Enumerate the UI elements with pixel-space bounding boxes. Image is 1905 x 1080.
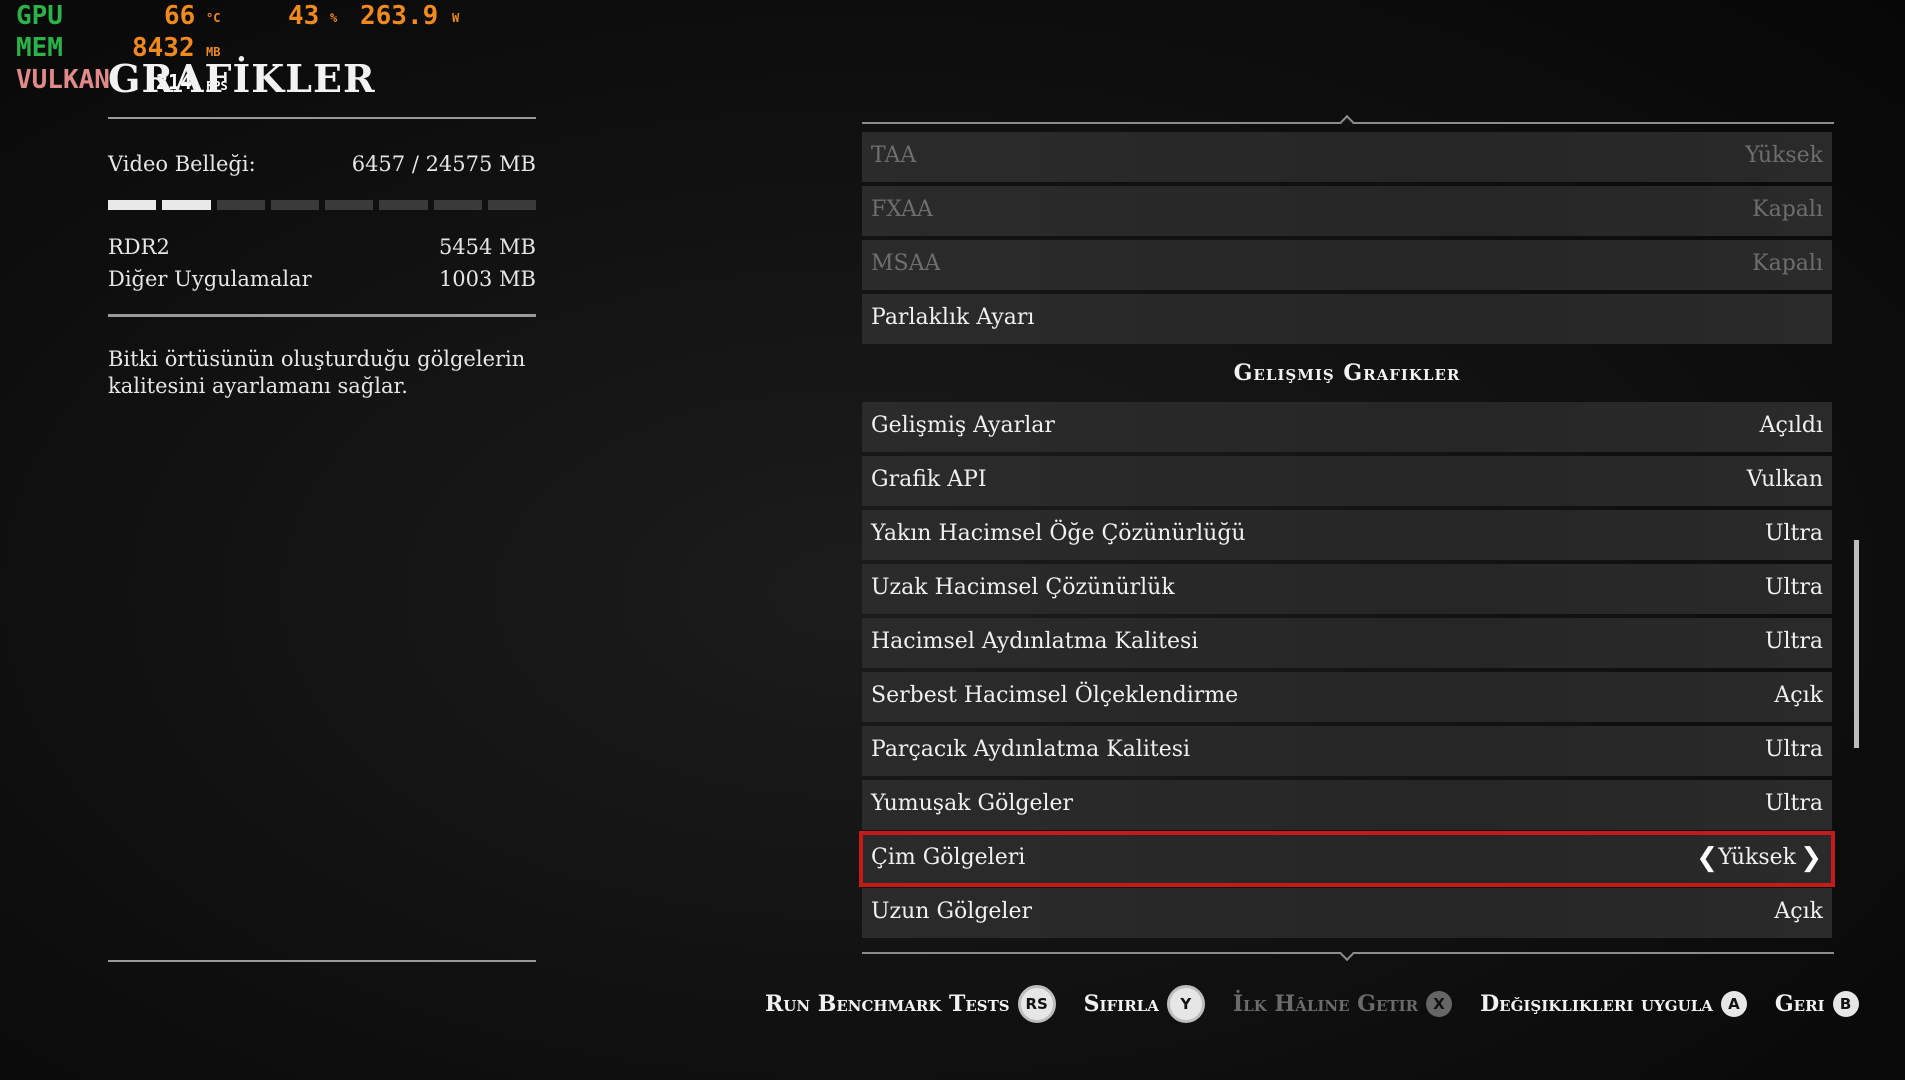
setting-value: Ultra <box>1764 791 1823 816</box>
rdr2-memory-label: RDR2 <box>108 235 170 259</box>
b-button-icon: B <box>1832 991 1859 1017</box>
controller-hints-bar: Run Benchmark Tests RS Sıfırla Y İlk Hâl… <box>765 982 1887 1026</box>
x-button-icon: X <box>1426 991 1453 1017</box>
setting-row-advanced-settings[interactable]: Gelişmiş Ayarlar Açıldı <box>862 402 1832 452</box>
chevron-left-icon[interactable]: ❮ <box>1696 843 1718 873</box>
setting-row-far-volumetric-resolution[interactable]: Uzak Hacimsel Çözünürlük Ultra <box>862 564 1832 614</box>
left-bottom-divider <box>108 960 536 962</box>
setting-name: Uzun Gölgeler <box>871 899 1032 924</box>
memory-bar-segment <box>379 200 428 210</box>
other-apps-memory-label: Diğer Uygulamalar <box>108 267 312 291</box>
setting-name: Hacimsel Aydınlatma Kalitesi <box>871 629 1199 654</box>
osd-gpu-power: 263.9 <box>360 1 439 31</box>
chevron-right-icon[interactable]: ❯ <box>1800 843 1822 873</box>
setting-row-brightness[interactable]: Parlaklık Ayarı <box>862 294 1832 344</box>
setting-name: TAA <box>871 143 917 168</box>
setting-name: Çim Gölgeleri <box>871 845 1026 870</box>
setting-row-unlocked-volumetric-raymarch[interactable]: Serbest Hacimsel Ölçeklendirme Açık <box>862 672 1832 722</box>
setting-value: Yüksek <box>1745 143 1823 168</box>
setting-value: Açıldı <box>1759 413 1823 438</box>
section-title-advanced-graphics: Gelişmiş Grafikler <box>1233 360 1461 386</box>
video-memory-bar <box>108 200 536 210</box>
rdr2-memory-value: 5454 MB <box>438 235 536 259</box>
osd-gpu-load: 43 <box>288 1 320 31</box>
setting-row-grass-shadows[interactable]: Çim Gölgeleri ❮ Yüksek ❯ <box>859 831 1835 887</box>
setting-name: FXAA <box>871 197 933 222</box>
list-bottom-divider <box>862 952 1834 954</box>
setting-name: Parçacık Aydınlatma Kalitesi <box>871 737 1191 762</box>
setting-row-msaa[interactable]: MSAA Kapalı <box>862 240 1832 290</box>
setting-row-particle-lighting-quality[interactable]: Parçacık Aydınlatma Kalitesi Ultra <box>862 726 1832 776</box>
osd-gpu-power-unit: W <box>452 11 460 25</box>
memory-bar-segment <box>433 200 482 210</box>
setting-name: Uzak Hacimsel Çözünürlük <box>871 575 1175 600</box>
setting-row-long-shadows[interactable]: Uzun Gölgeler Açık <box>862 888 1832 938</box>
memory-bar-segment <box>108 200 157 210</box>
memory-bar-segment <box>270 200 319 210</box>
setting-row-volumetric-lighting-quality[interactable]: Hacimsel Aydınlatma Kalitesi Ultra <box>862 618 1832 668</box>
back-label: Geri <box>1774 991 1825 1017</box>
reset-label: Sıfırla <box>1083 991 1159 1017</box>
setting-name: Serbest Hacimsel Ölçeklendirme <box>871 683 1239 708</box>
setting-name: Gelişmiş Ayarlar <box>871 413 1055 438</box>
setting-row-fxaa[interactable]: FXAA Kapalı <box>862 186 1832 236</box>
run-benchmark-button[interactable]: Run Benchmark Tests RS <box>765 985 1056 1023</box>
rs-button-icon: RS <box>1017 985 1056 1023</box>
setting-name: Parlaklık Ayarı <box>871 305 1035 330</box>
memory-bar-segment <box>325 200 374 210</box>
title-divider <box>108 117 536 119</box>
setting-name: Yakın Hacimsel Öğe Çözünürlüğü <box>871 521 1246 546</box>
video-memory-label: Video Belleği: <box>108 152 256 176</box>
video-memory-value: 6457 / 24575 MB <box>351 152 536 176</box>
osd-gpu-label: GPU <box>16 1 63 31</box>
settings-list: TAA Yüksek FXAA Kapalı MSAA Kapalı Parla… <box>859 132 1835 942</box>
a-button-icon: A <box>1720 991 1747 1017</box>
restore-defaults-button[interactable]: İlk Hâline Getir X <box>1232 991 1453 1017</box>
osd-gpu-temp: 66 <box>164 1 196 31</box>
setting-value: Ultra <box>1764 575 1823 600</box>
list-top-divider <box>862 122 1834 124</box>
setting-value: Ultra <box>1764 629 1823 654</box>
osd-gpu-load-unit: % <box>330 11 338 25</box>
setting-value: Kapalı <box>1752 197 1823 222</box>
page-title: GRAFİKLER <box>108 56 376 101</box>
setting-value: Açık <box>1774 899 1823 924</box>
setting-row-graphics-api[interactable]: Grafik API Vulkan <box>862 456 1832 506</box>
other-apps-memory-value: 1003 MB <box>438 267 536 291</box>
setting-row-near-volumetric-resolution[interactable]: Yakın Hacimsel Öğe Çözünürlüğü Ultra <box>862 510 1832 560</box>
setting-value: Kapalı <box>1752 251 1823 276</box>
restore-defaults-label: İlk Hâline Getir <box>1232 991 1419 1017</box>
memory-bar-segment <box>487 200 536 210</box>
run-benchmark-label: Run Benchmark Tests <box>765 991 1010 1017</box>
setting-value: Ultra <box>1764 737 1823 762</box>
setting-row-soft-shadows[interactable]: Yumuşak Gölgeler Ultra <box>862 780 1832 830</box>
y-button-icon: Y <box>1166 985 1205 1023</box>
osd-gpu-temp-unit: °C <box>206 11 221 25</box>
memory-bar-segment <box>216 200 265 210</box>
back-button[interactable]: Geri B <box>1775 991 1859 1017</box>
setting-value: Yüksek <box>1718 845 1796 870</box>
setting-value: Vulkan <box>1746 467 1823 492</box>
setting-value: Ultra <box>1764 521 1823 546</box>
memory-divider <box>108 314 536 317</box>
reset-button[interactable]: Sıfırla Y <box>1084 985 1205 1023</box>
apply-changes-button[interactable]: Değişiklikleri uygula A <box>1480 991 1747 1017</box>
osd-api-label: VULKAN <box>16 65 110 95</box>
setting-description: Bitki örtüsünün oluşturduğu gölgelerin k… <box>108 347 526 398</box>
setting-row-taa[interactable]: TAA Yüksek <box>862 132 1832 182</box>
apply-changes-label: Değişiklikleri uygula <box>1480 991 1713 1017</box>
setting-name: Yumuşak Gölgeler <box>871 791 1074 816</box>
osd-mem-label: MEM <box>16 33 63 63</box>
setting-value: Açık <box>1774 683 1823 708</box>
setting-name: Grafik API <box>871 467 987 492</box>
setting-name: MSAA <box>871 251 941 276</box>
settings-scrollbar[interactable] <box>1854 540 1859 748</box>
memory-bar-segment <box>162 200 211 210</box>
